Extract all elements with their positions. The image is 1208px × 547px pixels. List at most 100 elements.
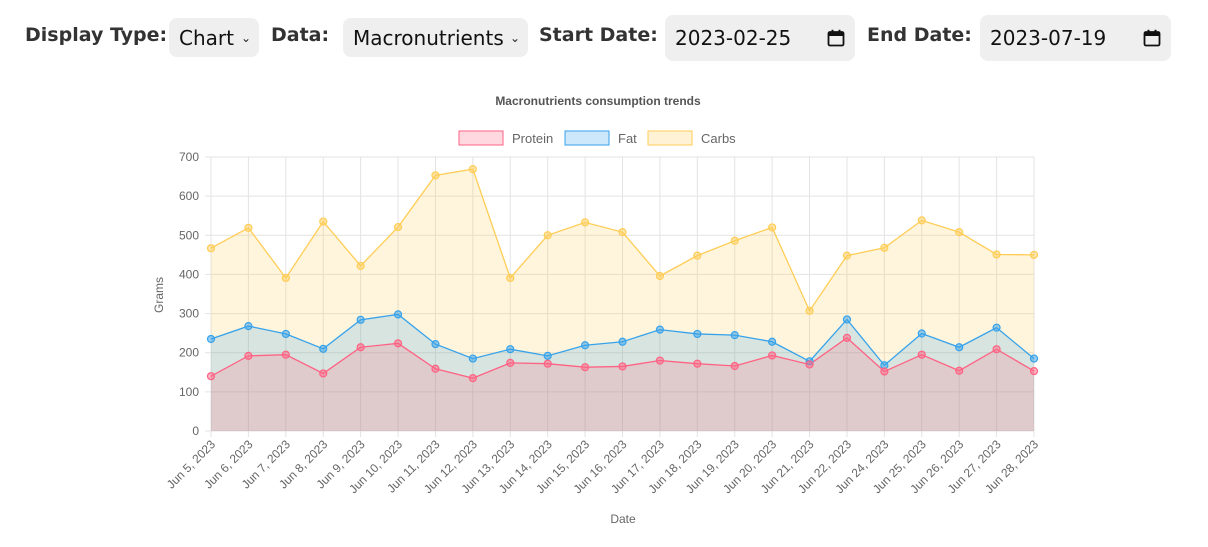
point-carbs[interactable] <box>356 261 365 270</box>
legend-swatch <box>647 130 693 146</box>
point-carbs[interactable] <box>1029 250 1039 259</box>
point-protein[interactable] <box>992 345 1001 354</box>
point-protein[interactable] <box>506 358 515 367</box>
point-protein[interactable] <box>805 360 814 369</box>
point-fat[interactable] <box>244 321 253 331</box>
y-tick-label: 400 <box>179 267 199 281</box>
calendar-icon[interactable] <box>827 29 845 47</box>
point-carbs[interactable] <box>543 231 552 240</box>
point-protein[interactable] <box>543 359 552 368</box>
macronutrients-chart: Macronutrients consumption trends 0 100 20… <box>152 94 1041 526</box>
legend-item-carbs[interactable]: Carbs <box>647 130 736 146</box>
point-fat[interactable] <box>319 344 328 353</box>
legend-label: Carbs <box>701 131 736 146</box>
point-carbs[interactable] <box>506 273 515 283</box>
y-axis-ticks: 0 100 200 300 400 500 600 700 <box>179 150 199 438</box>
point-protein[interactable] <box>917 350 926 359</box>
point-protein[interactable] <box>655 356 665 365</box>
point-protein[interactable] <box>244 351 253 360</box>
point-fat[interactable] <box>431 340 440 349</box>
point-carbs[interactable] <box>955 228 964 237</box>
point-protein[interactable] <box>468 374 477 383</box>
end-date-value: 2023-07-19 <box>990 26 1107 50</box>
legend-item-fat[interactable]: Fat <box>564 130 637 146</box>
point-fat[interactable] <box>393 310 403 319</box>
y-tick-label: 600 <box>179 189 199 203</box>
point-carbs[interactable] <box>244 223 253 232</box>
point-protein[interactable] <box>281 350 290 359</box>
legend-item-protein[interactable]: Protein <box>458 130 553 146</box>
point-carbs[interactable] <box>693 251 702 260</box>
point-carbs[interactable] <box>917 216 926 225</box>
point-fat[interactable] <box>1029 354 1039 363</box>
data-label: Data: <box>271 24 330 46</box>
point-carbs[interactable] <box>880 243 889 252</box>
point-fat[interactable] <box>917 329 926 338</box>
point-carbs[interactable] <box>992 250 1001 259</box>
point-carbs[interactable] <box>730 236 739 245</box>
x-axis-ticks: Jun 5, 2023Jun 6, 2023Jun 7, 2023Jun 8, … <box>164 437 1041 496</box>
point-fat[interactable] <box>543 351 552 360</box>
point-carbs[interactable] <box>468 165 477 174</box>
data-value: Macronutrients <box>353 25 504 50</box>
chevron-down-icon: ⌄ <box>240 30 251 45</box>
point-fat[interactable] <box>730 331 739 340</box>
calendar-icon[interactable] <box>1143 29 1161 47</box>
point-fat[interactable] <box>842 315 852 324</box>
point-carbs[interactable] <box>655 271 665 281</box>
start-date-value: 2023-02-25 <box>675 26 792 50</box>
point-protein[interactable] <box>206 372 216 381</box>
y-axis-label: Grams <box>152 277 166 313</box>
point-protein[interactable] <box>842 333 852 342</box>
point-protein[interactable] <box>880 367 889 376</box>
point-fat[interactable] <box>992 323 1001 332</box>
point-protein[interactable] <box>618 362 627 371</box>
point-carbs[interactable] <box>768 223 777 232</box>
point-carbs[interactable] <box>580 218 590 227</box>
point-protein[interactable] <box>693 359 702 368</box>
point-fat[interactable] <box>281 329 290 339</box>
point-protein[interactable] <box>955 366 964 375</box>
point-protein[interactable] <box>580 363 590 372</box>
point-carbs[interactable] <box>281 273 290 283</box>
point-fat[interactable] <box>356 315 365 324</box>
start-date-label: Start Date: <box>539 24 658 46</box>
point-fat[interactable] <box>693 329 702 339</box>
y-tick-label: 700 <box>179 150 199 164</box>
point-protein[interactable] <box>319 369 328 378</box>
legend-swatch <box>458 130 504 146</box>
legend-label: Fat <box>618 131 637 146</box>
point-protein[interactable] <box>356 343 365 352</box>
point-protein[interactable] <box>730 361 739 371</box>
point-protein[interactable] <box>1029 367 1039 376</box>
point-protein[interactable] <box>393 339 403 348</box>
y-tick-label: 300 <box>179 307 199 321</box>
end-date-input[interactable]: 2023-07-19 <box>980 15 1171 61</box>
point-fat[interactable] <box>468 354 477 363</box>
point-fat[interactable] <box>506 345 515 354</box>
point-carbs[interactable] <box>431 171 440 180</box>
chart-container: Macronutrients consumption trends 0 100 20… <box>0 70 1208 542</box>
point-carbs[interactable] <box>842 251 852 260</box>
point-fat[interactable] <box>580 341 590 350</box>
point-carbs[interactable] <box>319 217 328 226</box>
y-tick-label: 200 <box>179 346 199 360</box>
point-carbs[interactable] <box>206 244 216 253</box>
y-tick-label: 100 <box>179 385 199 399</box>
point-fat[interactable] <box>655 325 665 334</box>
point-carbs[interactable] <box>618 228 627 237</box>
point-carbs[interactable] <box>805 306 814 315</box>
point-fat[interactable] <box>768 337 777 346</box>
point-fat[interactable] <box>618 337 627 346</box>
display-type-value: Chart <box>179 25 234 50</box>
display-type-select[interactable]: Chart ⌄ <box>169 18 259 57</box>
start-date-input[interactable]: 2023-02-25 <box>665 15 855 61</box>
point-protein[interactable] <box>431 364 440 373</box>
display-type-label: Display Type: <box>25 24 168 46</box>
chart-title: Macronutrients consumption trends <box>495 94 701 108</box>
point-fat[interactable] <box>955 343 964 352</box>
point-protein[interactable] <box>768 351 777 360</box>
point-fat[interactable] <box>206 334 216 344</box>
data-select[interactable]: Macronutrients ⌄ <box>343 18 528 57</box>
point-carbs[interactable] <box>393 222 403 232</box>
